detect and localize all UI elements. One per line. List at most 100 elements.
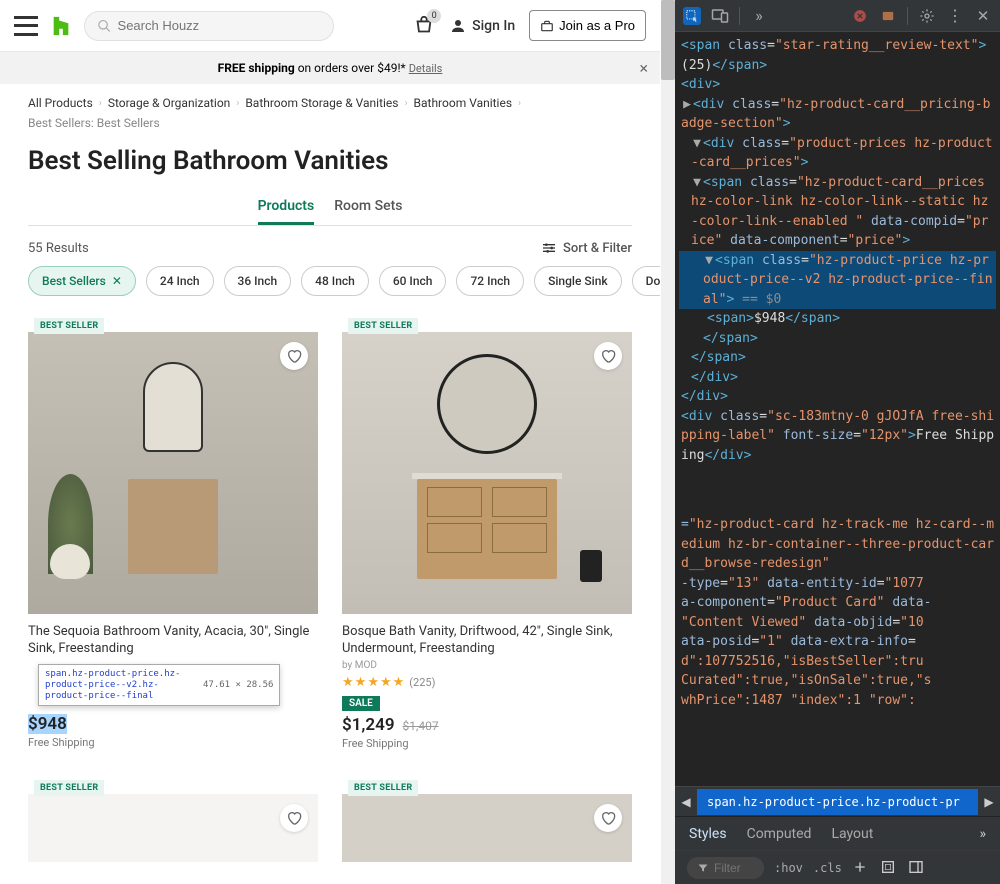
pill-48-inch[interactable]: 48 Inch [301,266,369,296]
heart-icon [600,348,616,364]
panel-toggle-icon[interactable] [908,859,926,877]
product-grid: BEST SELLER The Sequoia Bathroom Vanity,… [0,312,660,862]
product-title: The Sequoia Bathroom Vanity, Acacia, 30"… [28,624,318,658]
error-icon[interactable] [851,7,869,25]
devtools-elements[interactable]: <span class="star-rating__review-text"> … [675,32,1000,786]
join-pro-button[interactable]: Join as a Pro [529,10,646,41]
briefcase-icon [540,19,554,33]
computed-props-icon[interactable] [880,859,898,877]
product-image[interactable] [342,332,632,614]
more-panels-icon[interactable]: » [979,826,986,842]
promo-details-link[interactable]: Details [409,62,443,75]
warning-icon[interactable] [879,7,897,25]
houzz-logo-icon[interactable] [50,15,72,37]
tab-room-sets[interactable]: Room Sets [334,190,402,225]
product-image[interactable] [28,332,318,614]
product-old-price: $1,407 [403,719,439,733]
favorite-button[interactable] [280,342,308,370]
inspector-tooltip: span.hz-product-price.hz-product-price--… [38,664,280,706]
promo-close-icon[interactable]: × [639,59,648,78]
pill-double-sink[interactable]: Double Sink [632,266,660,296]
crumb-prev-icon[interactable]: ◀ [675,795,697,809]
devtools-breadcrumb: ◀ span.hz-product-price.hz-product-pr ▶ [675,786,1000,816]
styles-filter[interactable] [687,857,764,879]
tab-computed[interactable]: Computed [747,826,812,842]
device-toggle-icon[interactable] [711,7,729,25]
results-bar: 55 Results Sort & Filter [0,226,660,266]
more-tabs-icon[interactable]: » [750,7,768,25]
user-icon [449,17,467,35]
search-input[interactable] [118,18,321,33]
hov-toggle[interactable]: :hov [774,861,803,875]
product-image[interactable] [28,794,318,862]
product-brand: by MOD [342,660,632,671]
pill-24-inch[interactable]: 24 Inch [146,266,214,296]
signin-link[interactable]: Sign In [449,17,515,35]
styles-filter-input[interactable] [714,861,754,875]
chevron-right-icon: › [518,98,521,109]
shipping-label: Free Shipping [342,737,632,750]
product-card[interactable]: BEST SELLER [28,774,318,862]
sort-filter-button[interactable]: Sort & Filter [541,240,632,256]
chevron-right-icon: › [99,98,102,109]
search-box[interactable] [84,11,334,41]
devtools-panel-tabs: Styles Computed Layout » [675,816,1000,850]
inspect-element-icon[interactable] [683,7,701,25]
breadcrumb-link[interactable]: Bathroom Vanities [414,96,513,110]
search-icon [97,18,112,34]
hamburger-menu-icon[interactable] [14,16,38,36]
crumb-next-icon[interactable]: ▶ [978,795,1000,809]
devtools-styles-toolbar: :hov .cls [675,850,1000,884]
scrollbar[interactable] [661,0,675,884]
product-card[interactable]: BEST SELLER Bosque Bath Vanity, Driftwoo… [342,312,632,750]
crumb-path[interactable]: span.hz-product-price.hz-product-pr [697,789,978,815]
scrollbar-thumb[interactable] [661,0,675,80]
pill-best-sellers[interactable]: Best Sellers✕ [28,266,136,296]
add-rule-icon[interactable] [852,859,870,877]
devtools-pane: » ⋮ ✕ <span class="star-rating__review-t… [675,0,1000,884]
devtools-toolbar: » ⋮ ✕ [675,0,1000,32]
settings-icon[interactable] [918,7,936,25]
close-icon[interactable]: ✕ [974,7,992,25]
pill-single-sink[interactable]: Single Sink [534,266,622,296]
breadcrumb-link[interactable]: All Products [28,96,93,110]
product-card[interactable]: BEST SELLER [342,774,632,862]
results-count: 55 Results [28,241,89,256]
favorite-button[interactable] [594,804,622,832]
tabs: Products Room Sets [28,190,632,226]
favorite-button[interactable] [594,342,622,370]
chevron-right-icon: › [236,98,239,109]
cls-toggle[interactable]: .cls [813,861,842,875]
cart-button[interactable]: 0 [413,15,435,37]
filter-pills: Best Sellers✕ 24 Inch 36 Inch 48 Inch 60… [0,266,660,312]
best-seller-badge: BEST SELLER [348,780,418,796]
breadcrumb-current: Best Sellers: Best Sellers [28,116,160,130]
promo-banner: FREE shipping on orders over $49!* Detai… [0,52,660,84]
breadcrumb: All Products › Storage & Organization › Ba… [0,84,660,142]
heart-icon [286,810,302,826]
star-icon: ★ [355,675,367,690]
breadcrumb-link[interactable]: Bathroom Storage & Vanities [245,96,398,110]
best-seller-badge: BEST SELLER [348,318,418,334]
remove-icon[interactable]: ✕ [112,274,122,288]
tab-products[interactable]: Products [258,190,315,225]
breadcrumb-link[interactable]: Storage & Organization [108,96,230,110]
pill-60-inch[interactable]: 60 Inch [379,266,447,296]
star-rating: ★ ★ ★ ★ ★ (225) [342,675,632,690]
heart-icon [286,348,302,364]
sale-badge: SALE [342,696,380,711]
pill-36-inch[interactable]: 36 Inch [224,266,292,296]
tab-layout[interactable]: Layout [831,826,873,842]
star-icon: ★ [380,675,392,690]
sliders-icon [541,240,557,256]
best-seller-badge: BEST SELLER [34,318,104,334]
pill-72-inch[interactable]: 72 Inch [456,266,524,296]
page-title: Best Selling Bathroom Vanities [0,142,660,190]
best-seller-badge: BEST SELLER [34,780,104,796]
kebab-menu-icon[interactable]: ⋮ [946,7,964,25]
favorite-button[interactable] [280,804,308,832]
tab-styles[interactable]: Styles [689,826,727,842]
product-image[interactable] [342,794,632,862]
site-header: 0 Sign In Join as a Pro [0,0,660,52]
review-count: (225) [409,676,435,689]
